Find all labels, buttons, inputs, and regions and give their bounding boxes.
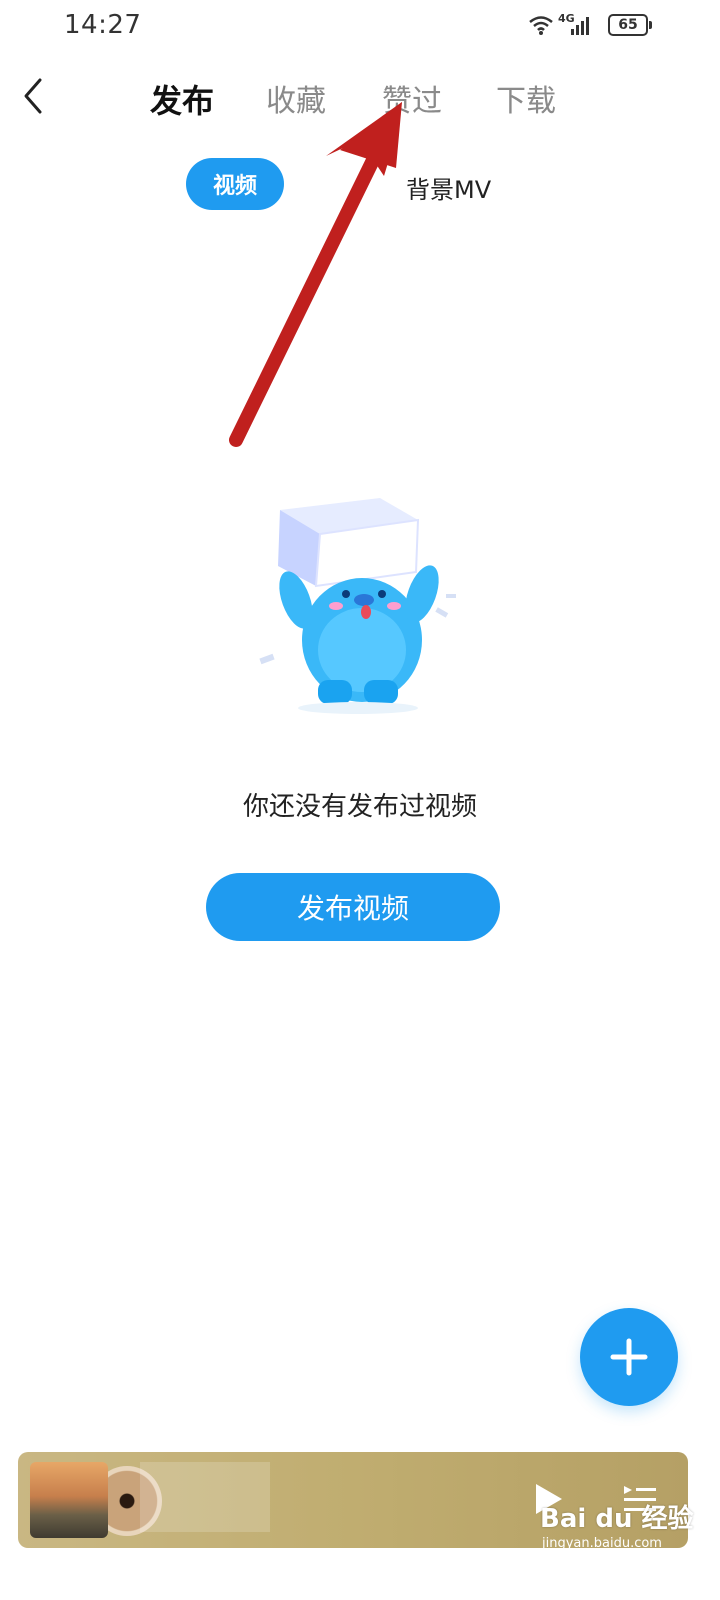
annotation-arrow-icon	[229, 102, 402, 447]
back-button[interactable]	[16, 74, 56, 118]
tab-liked[interactable]: 赞过	[382, 76, 442, 120]
tab-collect[interactable]: 收藏	[266, 76, 326, 120]
status-time: 14:27	[64, 10, 142, 40]
album-cover	[30, 1462, 108, 1538]
tab-publish[interactable]: 发布	[150, 76, 214, 122]
wifi-icon	[528, 14, 554, 40]
baidu-watermark: Bai du 经验	[540, 1504, 694, 1534]
tab-download[interactable]: 下载	[496, 76, 556, 120]
subtab-video[interactable]: 视频	[186, 158, 284, 210]
empty-state-message: 你还没有发布过视频	[242, 792, 477, 822]
battery-icon: 65	[608, 14, 652, 36]
track-info	[140, 1462, 270, 1532]
chevron-left-icon	[24, 78, 42, 114]
watermark-url: jingyan.baidu.com	[542, 1536, 662, 1551]
plus-icon	[610, 1338, 648, 1376]
cellular-signal-icon	[570, 16, 592, 40]
add-button[interactable]	[580, 1308, 678, 1406]
publish-video-button[interactable]: 发布视频	[206, 873, 500, 941]
mascot-illustration	[250, 490, 470, 720]
subtab-background-mv[interactable]: 背景MV	[406, 170, 491, 205]
